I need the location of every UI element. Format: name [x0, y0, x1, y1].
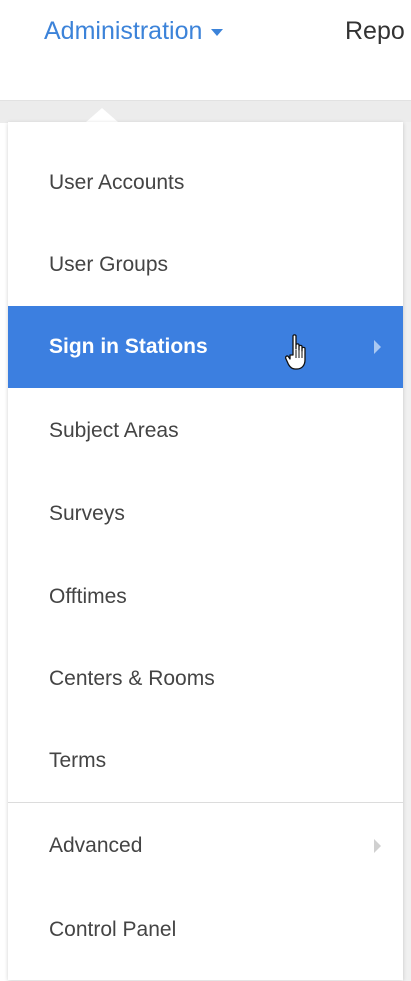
top-navigation: Administration Repo [0, 0, 411, 66]
menu-item-label: Centers & Rooms [49, 667, 215, 690]
menu-item-user-accounts[interactable]: User Accounts [8, 142, 403, 224]
dropdown-pointer [86, 108, 118, 122]
menu-item-label: User Groups [49, 253, 169, 276]
menu-item-label: Terms [49, 749, 107, 772]
menu-item-label: Offtimes [49, 585, 127, 608]
menu-divider [8, 802, 403, 803]
menu-item-label: Sign in Stations [49, 335, 208, 358]
page-content-edge [403, 122, 411, 981]
nav-reports-label: Repo [345, 16, 405, 45]
menu-item-advanced[interactable]: Advanced [8, 805, 403, 887]
menu-item-label: Surveys [49, 502, 125, 525]
menu-item-control-panel[interactable]: Control Panel [8, 889, 403, 971]
chevron-right-icon [374, 340, 381, 354]
chevron-right-icon [374, 839, 381, 853]
caret-down-icon [211, 29, 224, 36]
menu-item-label: Subject Areas [49, 419, 179, 442]
menu-item-terms[interactable]: Terms [8, 720, 403, 802]
hand-pointer-cursor-icon [285, 334, 306, 370]
menu-item-sign-in-stations[interactable]: Sign in Stations [8, 306, 403, 388]
menu-item-label: User Accounts [49, 171, 185, 194]
administration-dropdown-menu: User Accounts User Groups Sign in Statio… [8, 122, 403, 980]
menu-item-subject-areas[interactable]: Subject Areas [8, 390, 403, 472]
menu-item-label: Control Panel [49, 918, 177, 941]
menu-item-centers-rooms[interactable]: Centers & Rooms [8, 638, 403, 720]
menu-item-label: Advanced [49, 834, 143, 857]
menu-backdrop-band [0, 100, 411, 123]
nav-administration[interactable]: Administration [44, 14, 224, 48]
menu-item-user-groups[interactable]: User Groups [8, 224, 403, 306]
page: Administration Repo User Accounts User G… [0, 0, 411, 981]
nav-administration-label: Administration [44, 16, 203, 45]
nav-reports[interactable]: Repo [345, 14, 405, 48]
menu-item-surveys[interactable]: Surveys [8, 473, 403, 555]
menu-item-offtimes[interactable]: Offtimes [8, 556, 403, 638]
